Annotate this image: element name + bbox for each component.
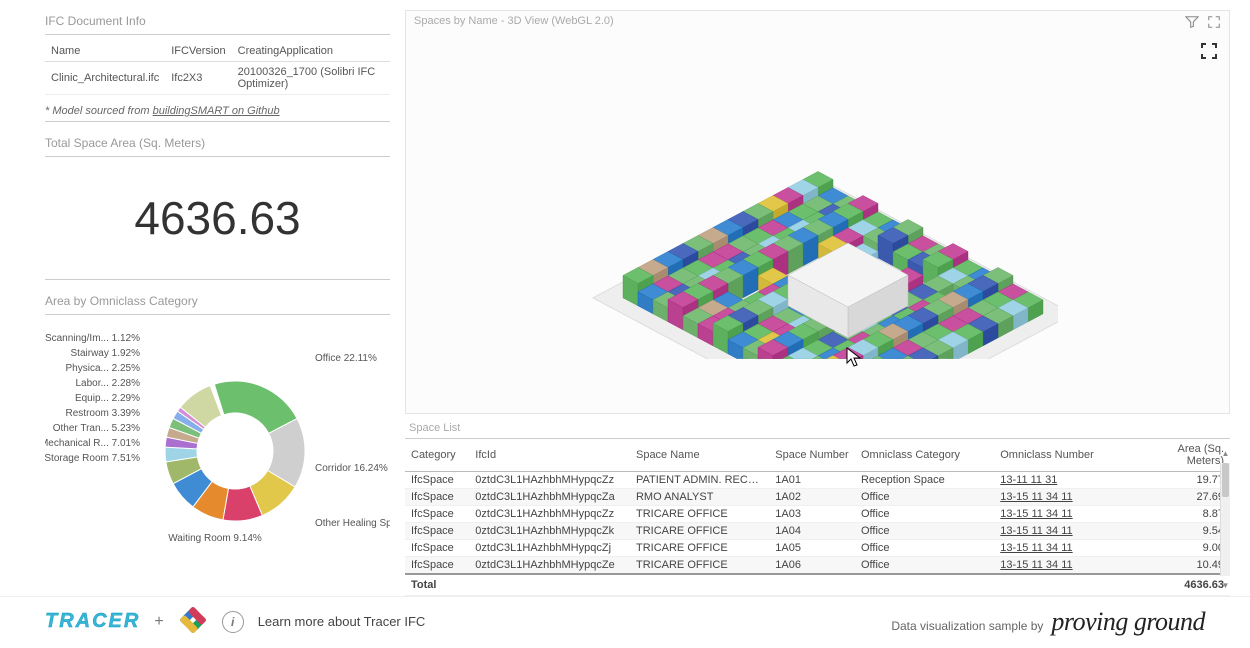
doc-info-title: IFC Document Info xyxy=(45,10,390,35)
table-row[interactable]: IfcSpace0ztdC3L1HAzhbhMHypqcZzTRICARE OF… xyxy=(405,506,1230,523)
grid-scrollbar[interactable]: ▲ ▼ xyxy=(1220,463,1230,576)
col-name[interactable]: Name xyxy=(45,41,165,62)
donut-label: Other Tran... 5.23% xyxy=(53,423,140,434)
donut-panel: Area by Omniclass Category Scanning/Im..… xyxy=(45,290,390,571)
doc-info-table: Name IFCVersion CreatingApplication Clin… xyxy=(45,41,390,95)
total-label: Total xyxy=(405,574,469,596)
donut-label: Labor... 2.28% xyxy=(76,378,141,389)
footer: TRACER + i Learn more about Tracer IFC D… xyxy=(0,596,1250,648)
space-list-title: Space List xyxy=(405,420,1230,438)
source-link[interactable]: buildingSMART on Github xyxy=(153,105,280,117)
donut-label: Other Healing Spaces 10.04% xyxy=(315,518,390,529)
total-area-title: Total Space Area (Sq. Meters) xyxy=(45,132,390,157)
donut-label: Corridor 16.24% xyxy=(315,463,388,474)
space-list-grid: CategoryIfcIdSpace NameSpace NumberOmnic… xyxy=(405,439,1230,596)
omniclass-link[interactable]: 13-15 11 34 11 xyxy=(994,523,1133,540)
footer-caption: Data visualization sample by xyxy=(891,619,1043,633)
doc-info-row: Clinic_Architectural.ifc Ifc2X3 20100326… xyxy=(45,62,390,95)
total-area-panel: Total Space Area (Sq. Meters) 4636.63 xyxy=(45,132,390,280)
grid-col-4[interactable]: Omniclass Category xyxy=(855,439,994,472)
scroll-thumb[interactable] xyxy=(1222,463,1229,497)
filter-icon[interactable] xyxy=(1185,15,1199,32)
3d-model[interactable] xyxy=(578,29,1058,362)
source-note: * Model sourced from buildingSMART on Gi… xyxy=(45,95,390,122)
table-row[interactable]: IfcSpace0ztdC3L1HAzhbhMHypqcZeTRICARE OF… xyxy=(405,557,1230,575)
donut-title: Area by Omniclass Category xyxy=(45,290,390,315)
omniclass-link[interactable]: 13-15 11 34 11 xyxy=(994,557,1133,575)
grid-col-3[interactable]: Space Number xyxy=(769,439,855,472)
donut-label: Scanning/Im... 1.12% xyxy=(45,333,140,344)
col-version[interactable]: IFCVersion xyxy=(165,41,231,62)
table-row[interactable]: IfcSpace0ztdC3L1HAzhbhMHypqcZzPATIENT AD… xyxy=(405,472,1230,489)
scroll-up-icon[interactable]: ▲ xyxy=(1221,449,1230,458)
grid-col-2[interactable]: Space Name xyxy=(630,439,769,472)
focus-icon[interactable] xyxy=(1207,15,1221,32)
donut-label: Waiting Room 9.14% xyxy=(168,533,262,544)
omniclass-link[interactable]: 13-15 11 34 11 xyxy=(994,540,1133,557)
donut-label: Office 22.11% xyxy=(315,353,377,364)
ifc-logo-icon[interactable] xyxy=(178,605,208,638)
grid-col-6[interactable]: Area (Sq. Meters) xyxy=(1134,439,1230,472)
omniclass-link[interactable]: 13-15 11 34 11 xyxy=(994,489,1133,506)
info-icon[interactable]: i xyxy=(222,611,244,633)
donut-label: Physica... 2.25% xyxy=(66,363,141,374)
table-row[interactable]: IfcSpace0ztdC3L1HAzhbhMHypqcZaRMO ANALYS… xyxy=(405,489,1230,506)
grid-col-0[interactable]: Category xyxy=(405,439,469,472)
plus-icon: + xyxy=(154,613,163,631)
doc-info-panel: IFC Document Info Name IFCVersion Creati… xyxy=(45,10,390,132)
learn-more-link[interactable]: Learn more about Tracer IFC xyxy=(258,614,426,629)
omniclass-link[interactable]: 13-11 11 31 xyxy=(994,472,1133,489)
col-app[interactable]: CreatingApplication xyxy=(232,41,390,62)
donut-chart[interactable]: Scanning/Im... 1.12% Stairway 1.92% Physic… xyxy=(45,321,390,571)
viewer-title: Spaces by Name - 3D View (WebGL 2.0) xyxy=(414,15,614,27)
donut-label: Storage Room 7.51% xyxy=(45,453,140,464)
proving-ground-logo[interactable]: proving ground xyxy=(1051,607,1205,637)
tracer-logo[interactable]: TRACER xyxy=(45,610,140,633)
donut-label: Restroom 3.39% xyxy=(66,408,141,419)
grid-col-1[interactable]: IfcId xyxy=(469,439,630,472)
total-value: 4636.63 xyxy=(1134,574,1230,596)
total-area-value: 4636.63 xyxy=(45,163,390,280)
table-row[interactable]: IfcSpace0ztdC3L1HAzhbhMHypqcZjTRICARE OF… xyxy=(405,540,1230,557)
table-row[interactable]: IfcSpace0ztdC3L1HAzhbhMHypqcZkTRICARE OF… xyxy=(405,523,1230,540)
donut-label: Equip... 2.29% xyxy=(75,393,140,404)
donut-label: Stairway 1.92% xyxy=(71,348,141,359)
scroll-down-icon[interactable]: ▼ xyxy=(1221,581,1230,590)
donut-label: Mechanical R... 7.01% xyxy=(45,438,140,449)
grid-col-5[interactable]: Omniclass Number xyxy=(994,439,1133,472)
fullscreen-icon[interactable] xyxy=(1201,43,1217,62)
space-list-panel: Space List CategoryIfcIdSpace NameSpace … xyxy=(405,420,1230,596)
3d-viewer[interactable]: Spaces by Name - 3D View (WebGL 2.0) xyxy=(405,10,1230,414)
omniclass-link[interactable]: 13-15 11 34 11 xyxy=(994,506,1133,523)
